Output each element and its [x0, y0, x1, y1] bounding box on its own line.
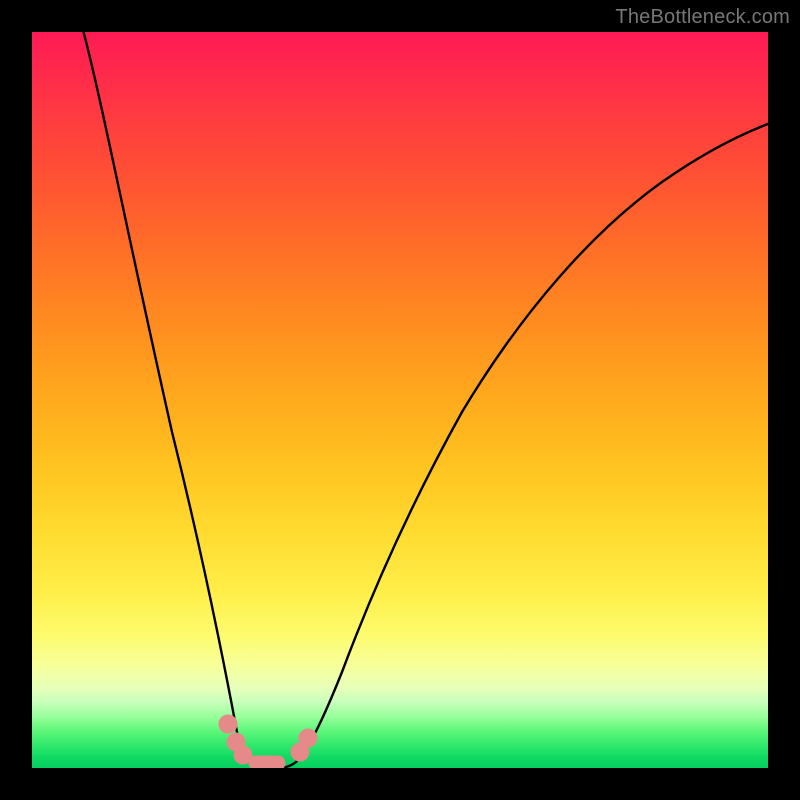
marker-dot	[299, 729, 317, 747]
chart-frame: TheBottleneck.com	[0, 0, 800, 800]
chart-svg	[32, 32, 768, 768]
bottleneck-curve	[84, 32, 768, 768]
watermark-text: TheBottleneck.com	[615, 6, 790, 29]
marker-bar	[249, 756, 285, 768]
marker-group	[219, 715, 317, 768]
plot-area	[32, 32, 768, 768]
marker-dot	[219, 715, 237, 733]
